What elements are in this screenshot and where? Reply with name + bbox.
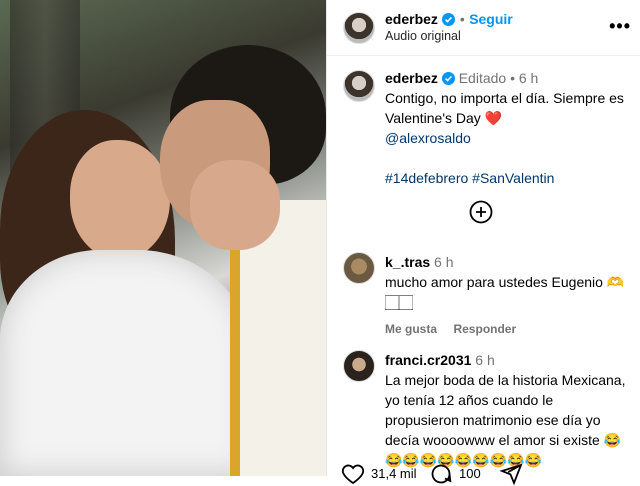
verified-badge-icon: [441, 72, 455, 85]
comment-text-line2: 🏻🏻: [385, 294, 413, 310]
more-options-icon[interactable]: •••: [609, 16, 631, 37]
like-comment-button[interactable]: Me gusta: [385, 322, 437, 336]
likes-count[interactable]: 31,4 mil: [371, 464, 417, 484]
post-header: ederbez • Seguir Audio original •••: [327, 0, 640, 56]
heart-emoji: ❤️: [484, 110, 503, 126]
caption-separator: •: [510, 70, 515, 86]
comment-time[interactable]: 6 h: [475, 352, 494, 368]
woman-jacket: [0, 250, 250, 476]
caption-body: ederbez Editado • 6 h Contigo, no import…: [385, 68, 629, 188]
caption-username[interactable]: ederbez: [385, 70, 438, 86]
caption-text: Contigo, no importa el día. Siempre es V…: [385, 90, 624, 126]
comments-count[interactable]: 100: [459, 464, 481, 484]
mention-link[interactable]: @alexrosaldo: [385, 130, 471, 146]
comment-text: La mejor boda de la historia Mexicana, y…: [385, 372, 626, 448]
hashtags-link[interactable]: #14defebrero #SanValentin: [385, 170, 554, 186]
caption-time[interactable]: 6 h: [519, 70, 538, 86]
commenter-avatar[interactable]: [343, 350, 375, 382]
woman-face: [70, 140, 170, 260]
audio-link[interactable]: Audio original: [385, 29, 461, 43]
commenter-username[interactable]: k_.tras: [385, 254, 430, 270]
reply-button[interactable]: Responder: [453, 322, 516, 336]
post-media[interactable]: [0, 0, 326, 476]
verified-badge-icon: [442, 13, 456, 26]
author-avatar[interactable]: [343, 12, 375, 44]
post-details-panel: ederbez • Seguir Audio original ••• eder…: [326, 0, 640, 486]
follow-button[interactable]: Seguir: [469, 11, 513, 27]
share-icon[interactable]: [499, 462, 523, 486]
comment-text-line1: mucho amor para ustedes Eugenio 🫶: [385, 274, 625, 290]
comment-time[interactable]: 6 h: [434, 254, 453, 270]
woman-hand: [190, 160, 280, 250]
post-actions-bar: 31,4 mil 100: [341, 462, 631, 486]
commenter-username[interactable]: franci.cr2031: [385, 352, 471, 368]
comment-icon[interactable]: [429, 462, 453, 486]
author-line: ederbez • Seguir: [385, 11, 513, 29]
header-separator: •: [459, 11, 465, 27]
edited-label: Editado: [458, 70, 507, 86]
caption-avatar[interactable]: [343, 70, 375, 102]
author-username[interactable]: ederbez: [385, 11, 438, 27]
add-comment-icon[interactable]: [469, 200, 493, 224]
commenter-avatar[interactable]: [343, 252, 375, 284]
heart-icon[interactable]: [341, 462, 365, 486]
